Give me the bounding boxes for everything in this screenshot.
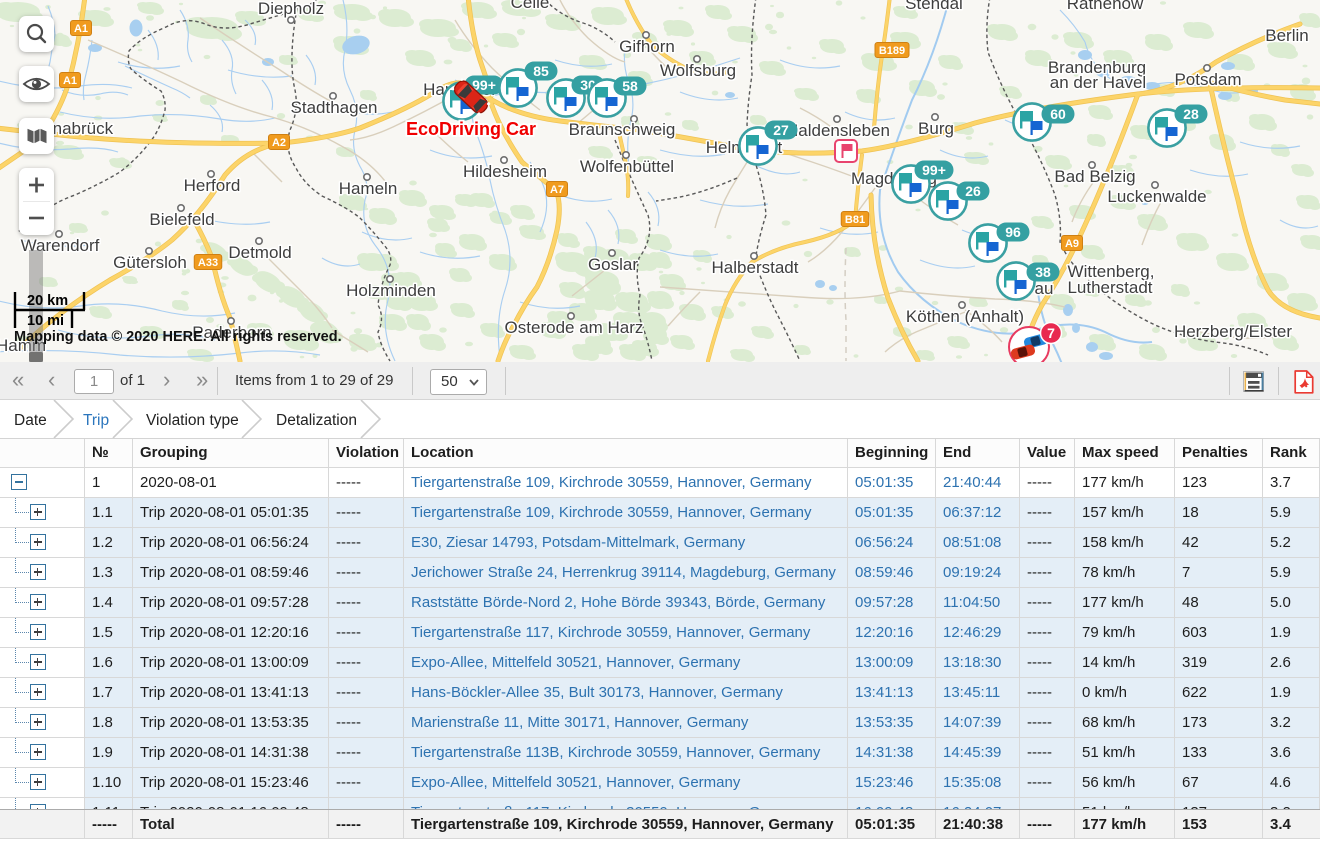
svg-text:Gifhorn: Gifhorn bbox=[619, 37, 675, 56]
svg-text:Gütersloh: Gütersloh bbox=[113, 253, 187, 272]
svg-text:Hildesheim: Hildesheim bbox=[463, 162, 547, 181]
svg-text:10 mi: 10 mi bbox=[27, 313, 64, 329]
svg-text:Osterode am Harz: Osterode am Harz bbox=[505, 318, 644, 337]
svg-text:7: 7 bbox=[1047, 325, 1055, 341]
svg-text:20 km: 20 km bbox=[27, 293, 68, 309]
svg-text:99+: 99+ bbox=[922, 162, 946, 178]
svg-text:Stadthagen: Stadthagen bbox=[291, 98, 378, 117]
svg-text:Köthen (Anhalt): Köthen (Anhalt) bbox=[906, 307, 1024, 326]
svg-text:60: 60 bbox=[1050, 106, 1066, 122]
svg-text:Date: Date bbox=[14, 412, 47, 429]
svg-text:Herford: Herford bbox=[184, 176, 241, 195]
svg-text:28: 28 bbox=[1183, 106, 1199, 122]
svg-text:A7: A7 bbox=[550, 184, 564, 196]
svg-text:Lutherstadt: Lutherstadt bbox=[1067, 278, 1152, 297]
svg-text:Goslar: Goslar bbox=[588, 255, 638, 274]
svg-text:Luckenwalde: Luckenwalde bbox=[1107, 187, 1206, 206]
svg-text:Rathenow: Rathenow bbox=[1067, 0, 1144, 13]
svg-text:A2: A2 bbox=[272, 137, 286, 149]
svg-text:Detalization: Detalization bbox=[276, 412, 357, 429]
svg-text:au: au bbox=[1035, 279, 1054, 298]
svg-text:96: 96 bbox=[1005, 224, 1021, 240]
svg-text:A9: A9 bbox=[1065, 238, 1079, 250]
svg-text:Trip: Trip bbox=[83, 412, 109, 429]
svg-text:A1: A1 bbox=[74, 23, 88, 35]
svg-text:38: 38 bbox=[1035, 264, 1051, 280]
svg-text:Violation type: Violation type bbox=[146, 412, 239, 429]
svg-text:Burg: Burg bbox=[918, 119, 954, 138]
svg-text:Herzberg/Elster: Herzberg/Elster bbox=[1174, 322, 1292, 341]
svg-text:Braunschweig: Braunschweig bbox=[569, 120, 676, 139]
svg-text:Hameln: Hameln bbox=[339, 179, 398, 198]
svg-text:58: 58 bbox=[622, 78, 638, 94]
svg-text:A1: A1 bbox=[63, 75, 77, 87]
svg-text:Wolfsburg: Wolfsburg bbox=[660, 61, 736, 80]
svg-text:26: 26 bbox=[965, 183, 981, 199]
svg-text:B189: B189 bbox=[879, 45, 905, 57]
svg-text:Halberstadt: Halberstadt bbox=[712, 258, 799, 277]
svg-text:Bad Belzig: Bad Belzig bbox=[1054, 167, 1135, 186]
svg-text:Bielefeld: Bielefeld bbox=[149, 210, 214, 229]
svg-text:EcoDriving Car: EcoDriving Car bbox=[406, 119, 536, 139]
svg-text:Diepholz: Diepholz bbox=[258, 0, 324, 18]
svg-text:85: 85 bbox=[533, 63, 549, 79]
svg-text:Haldensleben: Haldensleben bbox=[786, 121, 890, 140]
svg-text:B81: B81 bbox=[845, 214, 865, 226]
svg-text:Berlin: Berlin bbox=[1265, 26, 1308, 45]
svg-text:Stendal: Stendal bbox=[905, 0, 963, 13]
svg-text:Detmold: Detmold bbox=[228, 243, 291, 262]
svg-text:Potsdam: Potsdam bbox=[1174, 70, 1241, 89]
svg-text:Wolfenbüttel: Wolfenbüttel bbox=[580, 157, 674, 176]
svg-text:A33: A33 bbox=[198, 257, 218, 269]
svg-text:27: 27 bbox=[773, 122, 789, 138]
svg-text:Celle: Celle bbox=[511, 0, 550, 12]
svg-text:an der Havel: an der Havel bbox=[1050, 73, 1146, 92]
